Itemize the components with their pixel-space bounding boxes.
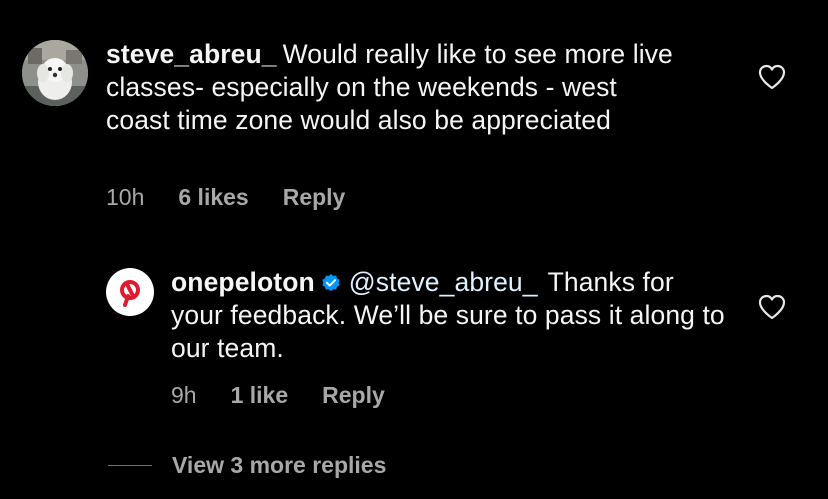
avatar[interactable] — [22, 40, 88, 106]
comment-likes[interactable]: 6 likes — [178, 184, 248, 211]
view-more-replies-button[interactable]: View 3 more replies — [108, 452, 386, 479]
comment: steve_abreu_ Would really like to see mor… — [22, 38, 828, 218]
peloton-logo-icon — [120, 280, 140, 307]
reply-button[interactable]: Reply — [283, 184, 346, 211]
avatar[interactable] — [106, 268, 154, 316]
comment-username[interactable]: steve_abreu_ — [106, 39, 277, 69]
reply-body: onepeloton @steve_abreu_ Thanks for your … — [171, 266, 731, 365]
heart-outline-icon[interactable] — [758, 294, 786, 320]
divider — [108, 465, 152, 466]
reply-button[interactable]: Reply — [322, 382, 385, 409]
reply-time: 9h — [171, 382, 197, 408]
reply-comment: onepeloton @steve_abreu_ Thanks for your … — [106, 266, 828, 416]
view-more-replies-label: View 3 more replies — [172, 452, 387, 478]
comment-meta: 10h 6 likes Reply — [106, 184, 379, 211]
reply-likes[interactable]: 1 like — [231, 382, 289, 409]
verified-badge-icon — [322, 274, 340, 292]
heart-outline-icon[interactable] — [758, 64, 786, 90]
reply-meta: 9h 1 like Reply — [171, 382, 419, 409]
comment-time: 10h — [106, 184, 145, 210]
reply-username[interactable]: onepeloton — [171, 267, 315, 297]
mention-link[interactable]: @steve_abreu_ — [349, 267, 538, 297]
dog-photo-avatar — [22, 40, 88, 106]
comment-body: steve_abreu_ Would really like to see mor… — [106, 38, 686, 137]
